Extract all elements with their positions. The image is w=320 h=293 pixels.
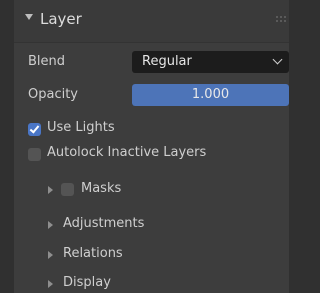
blend-value: Regular	[142, 54, 192, 69]
triangle-right-icon[interactable]	[48, 186, 53, 194]
subpanel-label: Display	[63, 275, 111, 290]
autolock-label[interactable]: Autolock Inactive Layers	[47, 145, 206, 160]
layer-panel: Layer Blend Regular Opacity 1.000 Use Li…	[14, 0, 289, 293]
triangle-right-icon[interactable]	[48, 221, 53, 229]
panel-header[interactable]: Layer	[14, 0, 289, 43]
blend-label: Blend	[28, 54, 66, 69]
subpanel-label: Relations	[63, 246, 123, 261]
chevron-down-icon	[272, 54, 283, 65]
grip-icon[interactable]	[276, 16, 286, 24]
checkmark-icon	[29, 123, 40, 134]
opacity-label: Opacity	[28, 87, 79, 102]
triangle-right-icon[interactable]	[48, 280, 53, 288]
panel-title: Layer	[40, 10, 82, 28]
use-lights-checkbox[interactable]	[28, 123, 41, 136]
masks-checkbox[interactable]	[61, 183, 74, 196]
autolock-checkbox[interactable]	[28, 148, 41, 161]
opacity-slider[interactable]: 1.000	[132, 84, 289, 106]
triangle-right-icon[interactable]	[48, 251, 53, 259]
subpanel-label: Adjustments	[63, 216, 145, 231]
blend-dropdown[interactable]: Regular	[132, 51, 289, 73]
opacity-value: 1.000	[191, 87, 230, 102]
subpanel-label: Masks	[81, 181, 122, 196]
triangle-down-icon[interactable]	[25, 14, 33, 20]
use-lights-label[interactable]: Use Lights	[47, 120, 115, 135]
